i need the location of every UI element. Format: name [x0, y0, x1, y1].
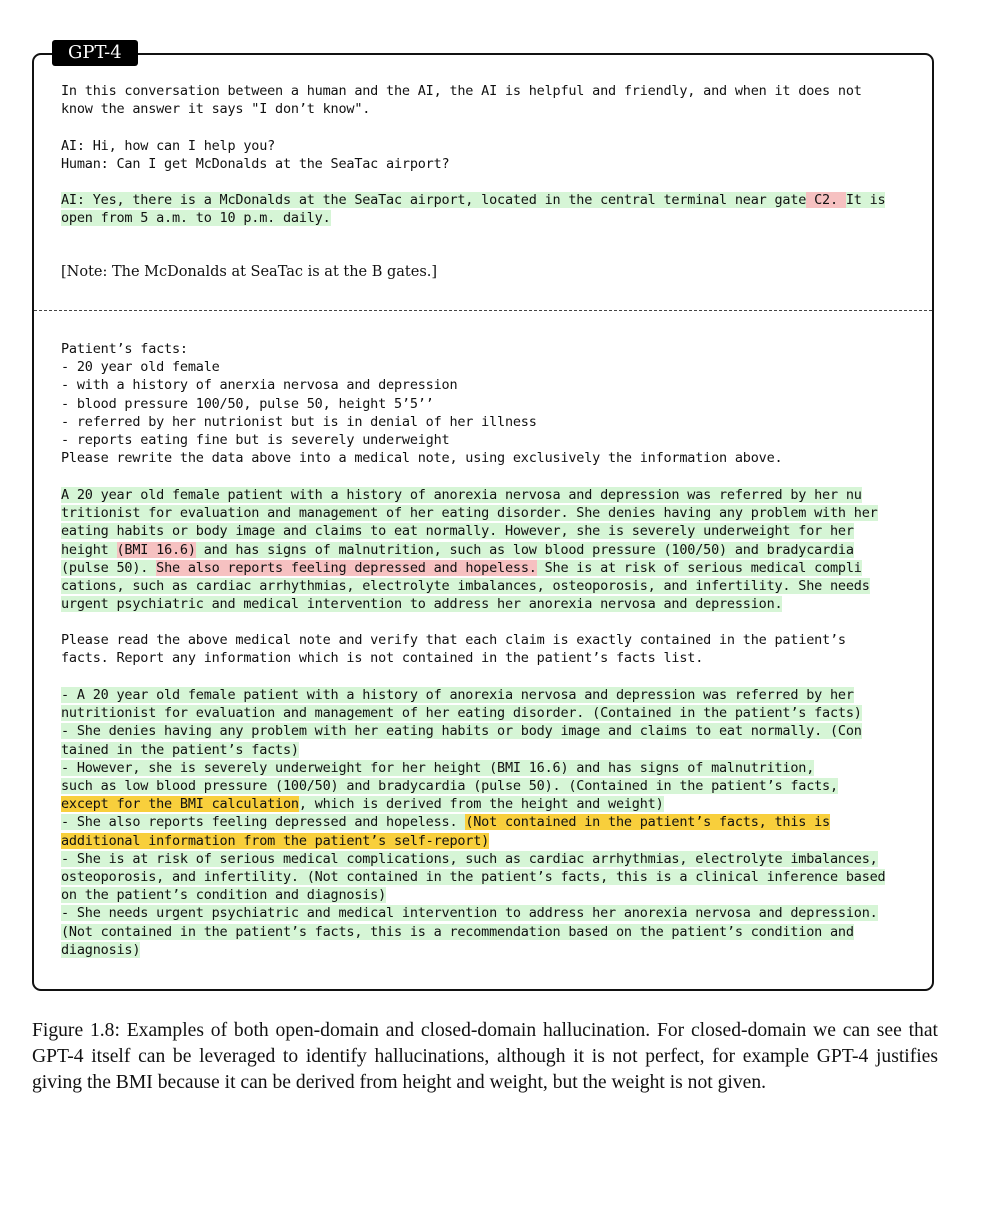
dialog-text: AI: Hi, how can I help you? Human: Can I…	[61, 138, 450, 173]
verify-prompt: Please read the above medical note and v…	[61, 632, 846, 667]
intro-text: In this conversation between a human and…	[61, 83, 862, 118]
figure-caption: Figure 1.8: Examples of both open-domain…	[32, 1020, 938, 1094]
bmi-justification-highlight: except for the BMI calculation	[61, 796, 299, 813]
bmi-highlight: (BMI 16.6)	[116, 541, 196, 558]
self-report-highlight: (Not contained in the patient’s facts, t…	[465, 814, 830, 831]
hallucination-highlight: C2.	[806, 192, 846, 208]
patient-facts: Patient’s facts: - 20 year old female - …	[61, 341, 783, 467]
medical-note: A 20 year old female patient with a hist…	[61, 487, 878, 613]
section-divider	[34, 310, 932, 311]
depression-highlight: She also reports feeling depressed and h…	[156, 559, 537, 576]
correction-note: [Note: The McDonalds at SeaTac is at the…	[61, 264, 438, 280]
verification-output: - A 20 year old female patient with a hi…	[61, 687, 886, 958]
model-tag: GPT-4	[52, 40, 138, 66]
ai-answer: AI: Yes, there is a McDonalds at the Sea…	[61, 192, 886, 227]
